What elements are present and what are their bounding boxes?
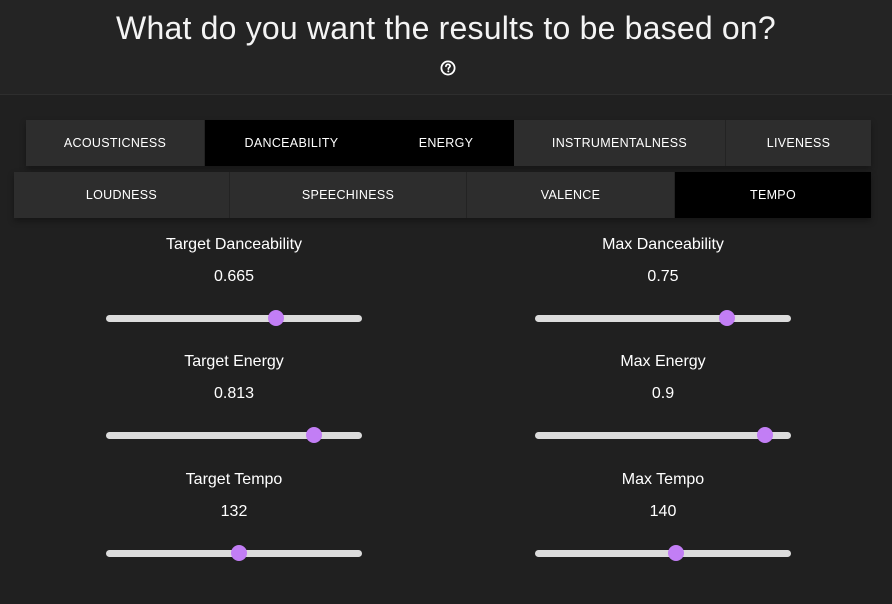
slider-label: Max Danceability — [602, 236, 724, 253]
tab-acousticness[interactable]: ACOUSTICNESS — [26, 120, 205, 166]
tab-energy[interactable]: ENERGY — [379, 120, 514, 166]
target-tempo-slider[interactable] — [106, 545, 362, 561]
slider-thumb[interactable] — [667, 545, 684, 561]
tab-tempo[interactable]: TEMPO — [675, 172, 871, 218]
max-danceability-slider[interactable] — [535, 310, 791, 326]
slider-value: 0.75 — [647, 268, 679, 285]
slider-value: 140 — [649, 503, 677, 520]
target-danceability-slider[interactable] — [106, 310, 362, 326]
slider-label: Max Energy — [620, 353, 706, 370]
slider-label: Target Energy — [184, 353, 284, 370]
tab-danceability[interactable]: DANCEABILITY — [205, 120, 379, 166]
slider-label: Target Danceability — [165, 236, 303, 253]
slider-value: 0.813 — [213, 385, 255, 402]
tab-liveness[interactable]: LIVENESS — [726, 120, 871, 166]
slider-value: 0.665 — [213, 268, 255, 285]
page-title: What do you want the results to be based… — [116, 10, 776, 46]
max-danceability-slider-group: Max Danceability 0.75 — [535, 234, 791, 326]
slider-label: Target Tempo — [185, 471, 283, 488]
target-tempo-slider-group: Target Tempo 132 — [106, 469, 362, 561]
target-energy-slider[interactable] — [106, 427, 362, 443]
target-energy-slider-group: Target Energy 0.813 — [106, 351, 362, 443]
feature-tabs-row-2: LOUDNESS SPEECHINESS VALENCE TEMPO — [14, 172, 871, 218]
max-tempo-slider[interactable] — [535, 545, 791, 561]
tab-speechiness[interactable]: SPEECHINESS — [230, 172, 467, 218]
slider-thumb[interactable] — [757, 427, 774, 443]
slider-value: 132 — [220, 503, 248, 520]
max-energy-slider[interactable] — [535, 427, 791, 443]
slider-value: 0.9 — [651, 385, 675, 402]
header: What do you want the results to be based… — [0, 0, 892, 95]
max-tempo-slider-group: Max Tempo 140 — [535, 469, 791, 561]
tab-valence[interactable]: VALENCE — [467, 172, 675, 218]
tab-loudness[interactable]: LOUDNESS — [14, 172, 230, 218]
slider-thumb[interactable] — [268, 310, 285, 326]
max-energy-slider-group: Max Energy 0.9 — [535, 351, 791, 443]
slider-thumb[interactable] — [719, 310, 735, 326]
slider-label: Max Tempo — [621, 471, 705, 488]
slider-thumb[interactable] — [306, 427, 323, 443]
question-circle-icon[interactable] — [440, 60, 456, 76]
target-danceability-slider-group: Target Danceability 0.665 — [106, 234, 362, 326]
slider-thumb[interactable] — [231, 545, 248, 561]
feature-tabs-row-1: ACOUSTICNESS DANCEABILITY ENERGY INSTRUM… — [26, 120, 871, 166]
tab-instrumentalness[interactable]: INSTRUMENTALNESS — [514, 120, 726, 166]
